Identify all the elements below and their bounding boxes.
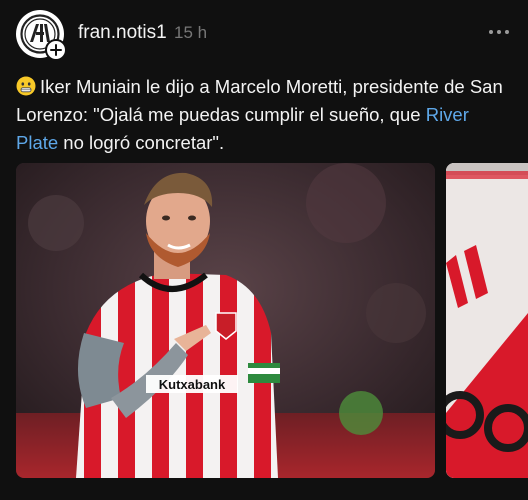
post: fran.notis1 15 h Iker Muniain le dijo a …	[0, 0, 528, 500]
more-dots-icon[interactable]	[486, 26, 512, 38]
username[interactable]: fran.notis1	[78, 22, 167, 44]
grimacing-face-emoji	[16, 76, 36, 96]
plus-icon	[50, 44, 62, 56]
action-bar-partial	[0, 488, 528, 500]
follow-button[interactable]	[45, 39, 67, 61]
post-caption: Iker Muniain le dijo a Marcelo Moretti, …	[16, 73, 516, 157]
caption-text-end: no logró concretar".	[58, 132, 225, 153]
post-image-jersey[interactable]	[446, 163, 528, 478]
jersey-sponsor-text: Kutxabank	[159, 377, 226, 392]
post-image-player[interactable]: Kutxabank	[16, 163, 435, 478]
post-time: 15 h	[174, 23, 208, 42]
river-plate-jersey-photo	[446, 163, 528, 478]
player-photo: Kutxabank	[16, 163, 435, 478]
